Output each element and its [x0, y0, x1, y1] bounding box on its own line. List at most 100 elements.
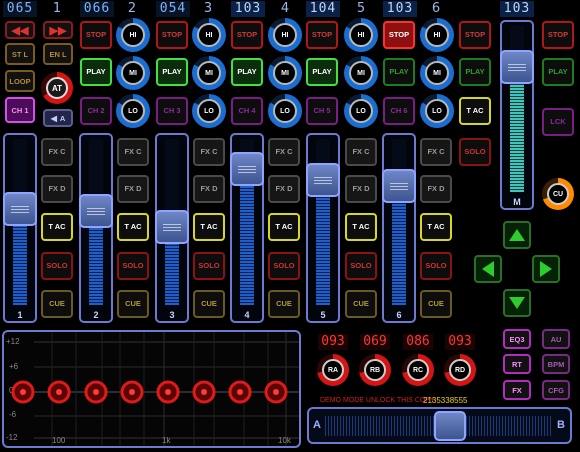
crossfader[interactable]: A B: [307, 407, 572, 444]
master-fader-handle[interactable]: [500, 50, 534, 84]
channel-fader-4[interactable]: 4: [230, 133, 264, 323]
dpad-right-button[interactable]: [532, 255, 560, 283]
mi-knob-5[interactable]: MI: [420, 56, 454, 90]
tac-button-2[interactable]: T AC: [117, 213, 149, 241]
dpad-down-button[interactable]: [503, 289, 531, 317]
lo-knob-1[interactable]: LO: [116, 94, 150, 128]
fader-3-handle[interactable]: [155, 210, 189, 244]
solo-button-master[interactable]: SOLO: [459, 138, 491, 166]
tac-button-4[interactable]: T AC: [268, 213, 300, 241]
fx-c-button-4[interactable]: FX C: [268, 138, 300, 166]
ch3-button[interactable]: CH 3: [156, 97, 188, 125]
loop-button[interactable]: LOOP: [5, 70, 35, 92]
cfg-button[interactable]: CFG: [542, 380, 570, 400]
tac-button-6[interactable]: T AC: [420, 213, 452, 241]
fx-d-button-3[interactable]: FX D: [193, 175, 225, 203]
stop-button-ch2[interactable]: STOP: [80, 21, 112, 49]
mi-knob-3[interactable]: MI: [268, 56, 302, 90]
solo-button-4[interactable]: SOLO: [268, 252, 300, 280]
fast-forward-button[interactable]: ▶▶: [43, 21, 73, 39]
ch2-button[interactable]: CH 2: [80, 97, 112, 125]
solo-button-5[interactable]: SOLO: [345, 252, 377, 280]
lo-knob-4[interactable]: LO: [344, 94, 378, 128]
hi-knob-1[interactable]: HI: [116, 18, 150, 52]
fx-d-button-5[interactable]: FX D: [345, 175, 377, 203]
play-button-ch6[interactable]: PLAY: [383, 58, 415, 86]
fader-2-handle[interactable]: [79, 194, 113, 228]
fx-c-button-3[interactable]: FX C: [193, 138, 225, 166]
rate-knob-d[interactable]: RD: [444, 354, 476, 386]
solo-button-3[interactable]: SOLO: [193, 252, 225, 280]
tac-button-master[interactable]: T AC: [459, 97, 491, 125]
solo-button-1[interactable]: SOLO: [41, 252, 73, 280]
fader-5-handle[interactable]: [306, 163, 340, 197]
at-knob[interactable]: AT: [41, 72, 73, 104]
bpm-button[interactable]: BPM: [542, 354, 570, 374]
tac-button-5[interactable]: T AC: [345, 213, 377, 241]
hi-knob-5[interactable]: HI: [420, 18, 454, 52]
fader-6-handle[interactable]: [382, 169, 416, 203]
hi-knob-4[interactable]: HI: [344, 18, 378, 52]
fx-d-button-1[interactable]: FX D: [41, 175, 73, 203]
stop-button-right[interactable]: STOP: [542, 21, 574, 49]
cue-button-3[interactable]: CUE: [193, 290, 225, 318]
fx-c-button-1[interactable]: FX C: [41, 138, 73, 166]
play-button-master[interactable]: PLAY: [459, 58, 491, 86]
start-loop-button[interactable]: ST L: [5, 43, 35, 65]
solo-button-2[interactable]: SOLO: [117, 252, 149, 280]
play-button-ch4[interactable]: PLAY: [231, 58, 263, 86]
fx-c-button-2[interactable]: FX C: [117, 138, 149, 166]
ch1-button[interactable]: CH 1: [5, 97, 35, 123]
fx-button[interactable]: FX: [503, 380, 531, 400]
channel-fader-3[interactable]: 3: [155, 133, 189, 323]
lo-knob-2[interactable]: LO: [192, 94, 226, 128]
play-button-ch3[interactable]: PLAY: [156, 58, 188, 86]
cue-button-2[interactable]: CUE: [117, 290, 149, 318]
mi-knob-4[interactable]: MI: [344, 56, 378, 90]
a-assign-button[interactable]: ◀ A: [43, 109, 73, 127]
tac-button-1[interactable]: T AC: [41, 213, 73, 241]
rewind-button[interactable]: ◀◀: [5, 21, 35, 39]
solo-button-6[interactable]: SOLO: [420, 252, 452, 280]
ch4-button[interactable]: CH 4: [231, 97, 263, 125]
ch5-button[interactable]: CH 5: [306, 97, 338, 125]
eq-graph[interactable]: +12 +6 0db -6 -12 100 1k 10k: [2, 330, 301, 448]
end-loop-button[interactable]: EN L: [43, 43, 73, 65]
play-button-ch5[interactable]: PLAY: [306, 58, 338, 86]
lock-button[interactable]: LCK: [542, 108, 574, 136]
channel-fader-2[interactable]: 2: [79, 133, 113, 323]
hi-knob-3[interactable]: HI: [268, 18, 302, 52]
fx-d-button-6[interactable]: FX D: [420, 175, 452, 203]
cue-button-6[interactable]: CUE: [420, 290, 452, 318]
fader-1-handle[interactable]: [3, 192, 37, 226]
ch6-button[interactable]: CH 6: [383, 97, 415, 125]
eq3-button[interactable]: EQ3: [503, 329, 531, 349]
master-fader[interactable]: M: [500, 20, 534, 210]
au-button[interactable]: AU: [542, 329, 570, 349]
rate-knob-b[interactable]: RB: [359, 354, 391, 386]
tac-button-3[interactable]: T AC: [193, 213, 225, 241]
mi-knob-1[interactable]: MI: [116, 56, 150, 90]
fader-4-handle[interactable]: [230, 152, 264, 186]
dpad-up-button[interactable]: [503, 221, 531, 249]
rate-knob-a[interactable]: RA: [317, 354, 349, 386]
lo-knob-3[interactable]: LO: [268, 94, 302, 128]
stop-button-ch3[interactable]: STOP: [156, 21, 188, 49]
play-button-ch2[interactable]: PLAY: [80, 58, 112, 86]
crossfader-handle[interactable]: [434, 411, 466, 441]
fx-c-button-6[interactable]: FX C: [420, 138, 452, 166]
channel-fader-6[interactable]: 6: [382, 133, 416, 323]
fx-d-button-2[interactable]: FX D: [117, 175, 149, 203]
fx-d-button-4[interactable]: FX D: [268, 175, 300, 203]
cu-knob[interactable]: CU: [542, 178, 574, 210]
hi-knob-2[interactable]: HI: [192, 18, 226, 52]
lo-knob-5[interactable]: LO: [420, 94, 454, 128]
channel-fader-5[interactable]: 5: [306, 133, 340, 323]
channel-fader-1[interactable]: 1: [3, 133, 37, 323]
stop-button-ch5[interactable]: STOP: [306, 21, 338, 49]
rt-button[interactable]: RT: [503, 354, 531, 374]
play-button-right[interactable]: PLAY: [542, 58, 574, 86]
rate-knob-c[interactable]: RC: [402, 354, 434, 386]
fx-c-button-5[interactable]: FX C: [345, 138, 377, 166]
stop-button-ch4[interactable]: STOP: [231, 21, 263, 49]
